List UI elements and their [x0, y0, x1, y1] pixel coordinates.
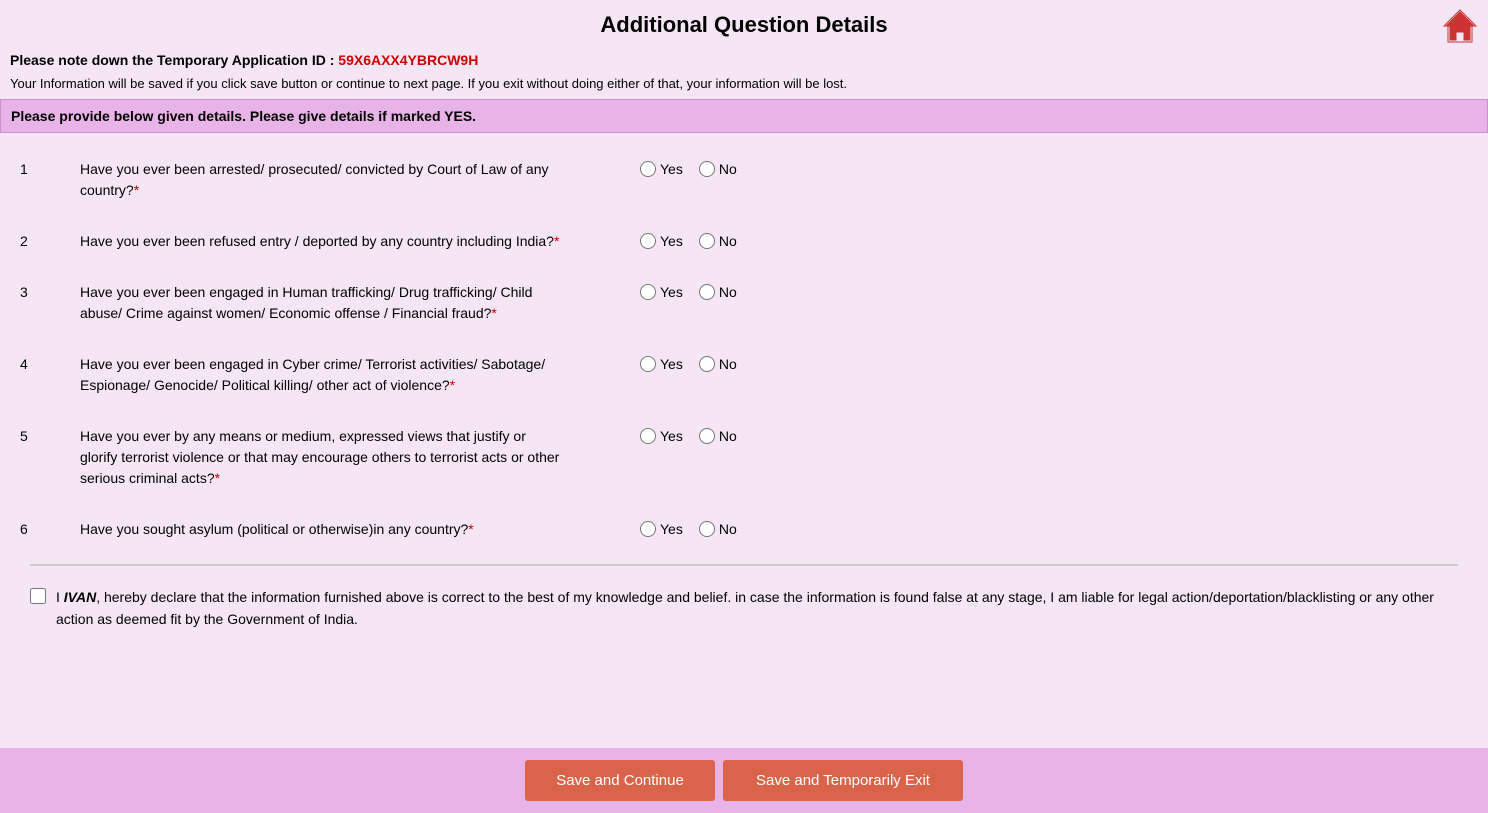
page-wrapper: Additional Question Details Please note …: [0, 0, 1488, 813]
notice-bar: Please provide below given details. Plea…: [0, 99, 1488, 133]
declaration-name: IVAN: [64, 589, 96, 605]
question-number-5: 5: [20, 426, 80, 444]
answer-group-2: Yes No: [640, 231, 760, 249]
answer-group-1: Yes No: [640, 159, 760, 177]
yes-option-6[interactable]: Yes: [640, 521, 683, 537]
no-option-1[interactable]: No: [699, 161, 737, 177]
yes-option-3[interactable]: Yes: [640, 284, 683, 300]
declaration-area: I IVAN, hereby declare that the informat…: [20, 566, 1468, 651]
no-option-3[interactable]: No: [699, 284, 737, 300]
no-option-4[interactable]: No: [699, 356, 737, 372]
content-area: 1 Have you ever been arrested/ prosecute…: [0, 143, 1488, 661]
question-number-1: 1: [20, 159, 80, 177]
question-text-3: Have you ever been engaged in Human traf…: [80, 282, 560, 324]
no-radio-1[interactable]: [699, 161, 715, 177]
question-row-6: 6 Have you sought asylum (political or o…: [20, 513, 1468, 546]
question-row-5: 5 Have you ever by any means or medium, …: [20, 420, 1468, 495]
yes-label-2: Yes: [660, 233, 683, 249]
info-text: Your Information will be saved if you cl…: [0, 72, 1488, 99]
question-text-1: Have you ever been arrested/ prosecuted/…: [80, 159, 560, 201]
no-radio-2[interactable]: [699, 233, 715, 249]
header: Additional Question Details: [0, 0, 1488, 46]
yes-label-3: Yes: [660, 284, 683, 300]
save-exit-button[interactable]: Save and Temporarily Exit: [723, 760, 963, 801]
yes-radio-2[interactable]: [640, 233, 656, 249]
home-icon[interactable]: [1442, 8, 1478, 44]
question-row-4: 4 Have you ever been engaged in Cyber cr…: [20, 348, 1468, 402]
yes-radio-3[interactable]: [640, 284, 656, 300]
footer-buttons: Save and Continue Save and Temporarily E…: [0, 748, 1488, 813]
yes-label-4: Yes: [660, 356, 683, 372]
yes-radio-1[interactable]: [640, 161, 656, 177]
no-label-2: No: [719, 233, 737, 249]
yes-option-4[interactable]: Yes: [640, 356, 683, 372]
no-label-4: No: [719, 356, 737, 372]
temp-id-label: Please note down the Temporary Applicati…: [10, 52, 334, 68]
declaration-checkbox[interactable]: [30, 588, 46, 604]
question-text-4: Have you ever been engaged in Cyber crim…: [80, 354, 560, 396]
question-number-6: 6: [20, 519, 80, 537]
page-title: Additional Question Details: [10, 12, 1478, 38]
no-label-1: No: [719, 161, 737, 177]
no-option-6[interactable]: No: [699, 521, 737, 537]
temp-id-value: 59X6AXX4YBRCW9H: [338, 52, 478, 68]
yes-option-5[interactable]: Yes: [640, 428, 683, 444]
no-radio-4[interactable]: [699, 356, 715, 372]
question-row-2: 2 Have you ever been refused entry / dep…: [20, 225, 1468, 258]
question-text-5: Have you ever by any means or medium, ex…: [80, 426, 560, 489]
answer-group-6: Yes No: [640, 519, 760, 537]
no-radio-3[interactable]: [699, 284, 715, 300]
yes-label-1: Yes: [660, 161, 683, 177]
yes-radio-4[interactable]: [640, 356, 656, 372]
question-text-2: Have you ever been refused entry / depor…: [80, 231, 560, 252]
question-row-1: 1 Have you ever been arrested/ prosecute…: [20, 153, 1468, 207]
yes-option-1[interactable]: Yes: [640, 161, 683, 177]
answer-group-4: Yes No: [640, 354, 760, 372]
question-row-3: 3 Have you ever been engaged in Human tr…: [20, 276, 1468, 330]
no-radio-5[interactable]: [699, 428, 715, 444]
yes-label-5: Yes: [660, 428, 683, 444]
no-label-5: No: [719, 428, 737, 444]
yes-radio-5[interactable]: [640, 428, 656, 444]
save-continue-button[interactable]: Save and Continue: [525, 760, 715, 801]
no-option-2[interactable]: No: [699, 233, 737, 249]
no-label-6: No: [719, 521, 737, 537]
no-option-5[interactable]: No: [699, 428, 737, 444]
declaration-text: I IVAN, hereby declare that the informat…: [56, 586, 1458, 631]
yes-label-6: Yes: [660, 521, 683, 537]
yes-radio-6[interactable]: [640, 521, 656, 537]
yes-option-2[interactable]: Yes: [640, 233, 683, 249]
no-label-3: No: [719, 284, 737, 300]
question-text-6: Have you sought asylum (political or oth…: [80, 519, 560, 540]
question-number-3: 3: [20, 282, 80, 300]
question-number-4: 4: [20, 354, 80, 372]
answer-group-3: Yes No: [640, 282, 760, 300]
temp-id-row: Please note down the Temporary Applicati…: [0, 46, 1488, 72]
question-number-2: 2: [20, 231, 80, 249]
no-radio-6[interactable]: [699, 521, 715, 537]
answer-group-5: Yes No: [640, 426, 760, 444]
